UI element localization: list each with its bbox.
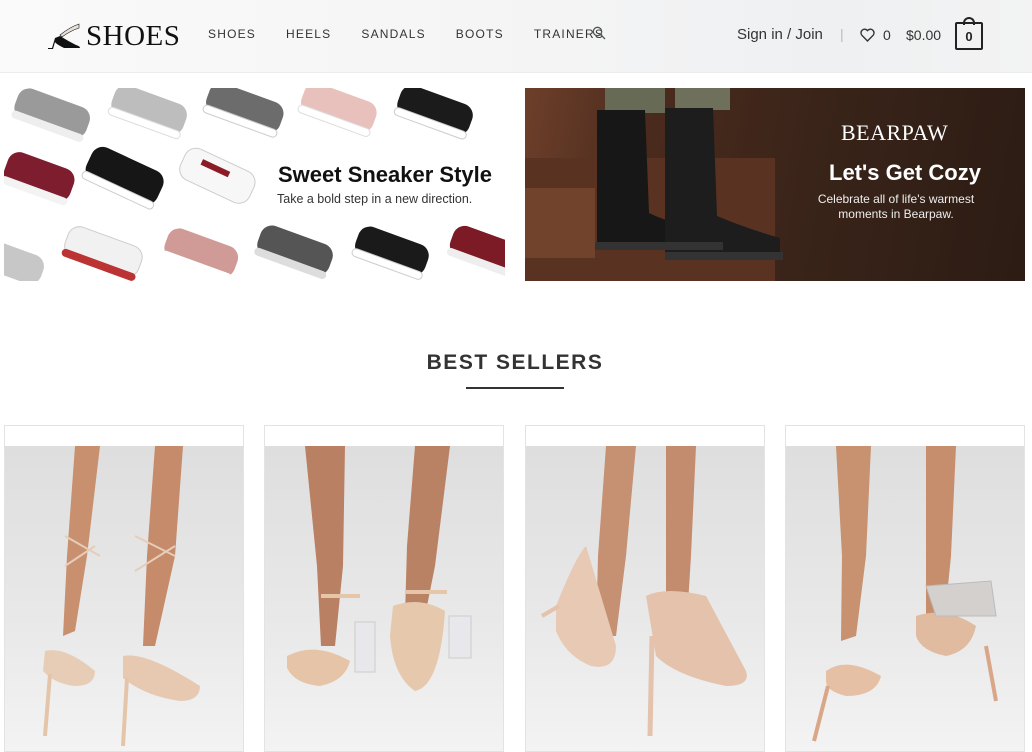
nav-heels[interactable]: HEELS: [286, 27, 331, 41]
bearpaw-logo: BEARPAW: [841, 120, 949, 145]
sneaker-banner-subtitle: Take a bold step in a new direction.: [277, 192, 473, 206]
wishlist-count: 0: [883, 27, 891, 43]
search-icon[interactable]: [592, 26, 606, 40]
product-image[interactable]: [265, 446, 503, 751]
best-sellers-heading: BEST SELLERS: [426, 351, 604, 374]
cart-count: 0: [965, 28, 973, 44]
heart-icon: [860, 28, 875, 42]
product-image[interactable]: [526, 446, 764, 751]
bearpaw-banner[interactable]: BEARPAW Let's Get Cozy Celebrate all of …: [525, 88, 1025, 281]
wishlist-link[interactable]: 0: [860, 27, 891, 43]
sneaker-banner-title: Sweet Sneaker Style: [278, 162, 493, 187]
nav-shoes[interactable]: SHOES: [208, 27, 256, 41]
header-divider: |: [840, 26, 844, 42]
heading-underline: [466, 387, 564, 389]
high-heel-icon: [48, 23, 80, 49]
product-card[interactable]: [264, 425, 504, 752]
nav-boots[interactable]: BOOTS: [456, 27, 504, 41]
product-card[interactable]: [4, 425, 244, 752]
sign-in-link[interactable]: Sign in / Join: [737, 26, 823, 43]
bearpaw-banner-subtitle: Celebrate all of life's warmest moments …: [817, 192, 975, 221]
nav-sandals[interactable]: SANDALS: [361, 27, 425, 41]
site-header: SHOES SHOES HEELS SANDALS BOOTS TRAINERS…: [0, 0, 1032, 73]
product-card[interactable]: [525, 425, 765, 752]
logo-text: SHOES: [86, 19, 181, 52]
main-nav: SHOES HEELS SANDALS BOOTS TRAINERS: [208, 26, 606, 41]
sneaker-banner[interactable]: Sweet Sneaker Style Take a bold step in …: [4, 88, 505, 281]
product-card[interactable]: [785, 425, 1025, 752]
cart-total[interactable]: $0.00: [906, 27, 941, 43]
bearpaw-banner-title: Let's Get Cozy: [829, 160, 981, 185]
product-image[interactable]: [5, 446, 243, 751]
product-image[interactable]: [786, 446, 1024, 751]
site-logo[interactable]: SHOES: [46, 18, 180, 54]
cart-button[interactable]: 0: [955, 17, 983, 50]
